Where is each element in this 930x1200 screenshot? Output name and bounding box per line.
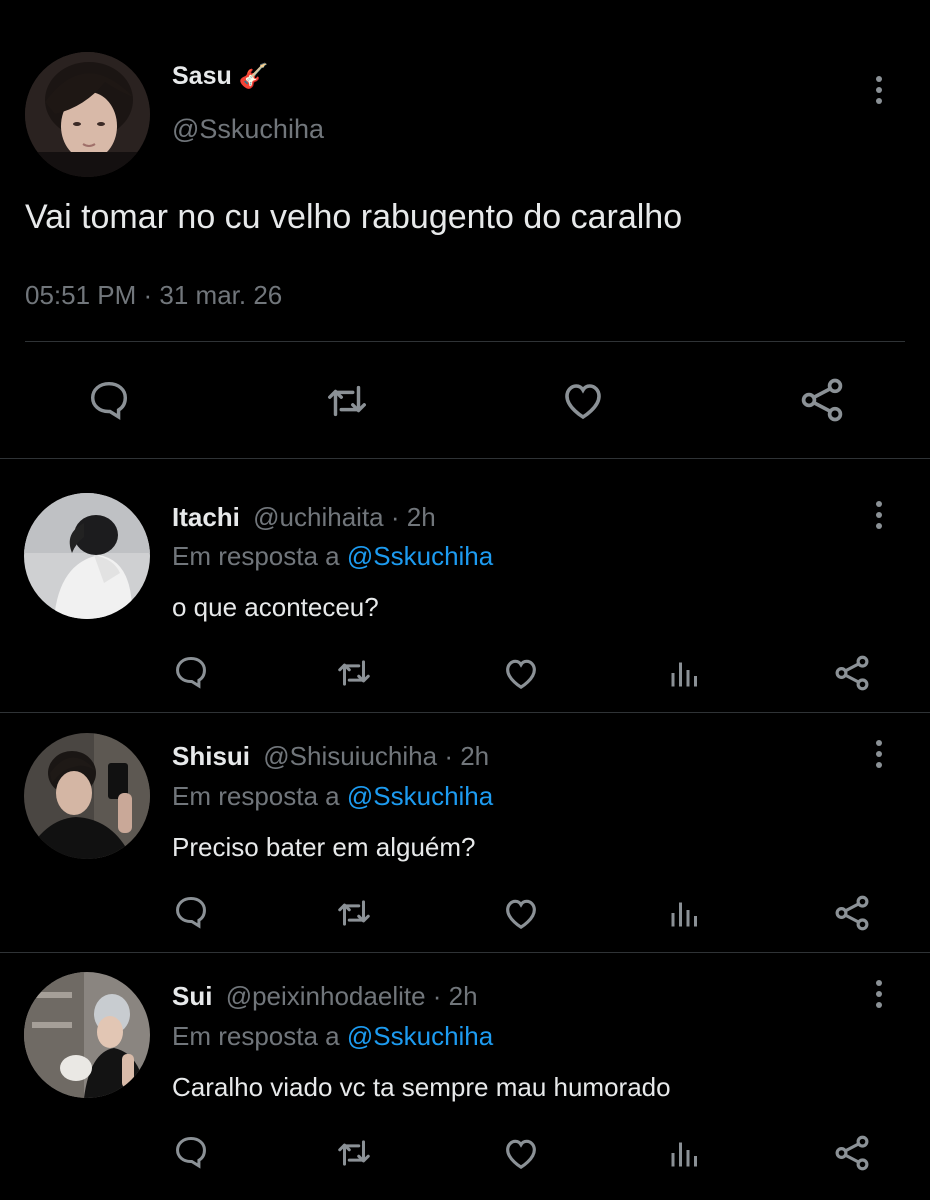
avatar-photo: [25, 52, 150, 177]
retweet-icon[interactable]: [333, 894, 375, 932]
avatar[interactable]: [25, 52, 150, 177]
avatar[interactable]: [24, 493, 150, 619]
reply-to-link[interactable]: @Sskuchiha: [347, 1021, 493, 1051]
reply-text: o que aconteceu?: [172, 592, 379, 622]
like-icon[interactable]: [500, 893, 542, 933]
views-icon[interactable]: [667, 655, 703, 691]
retweet-icon[interactable]: [333, 654, 375, 692]
reply-prefix: Em resposta a: [172, 541, 340, 571]
like-icon[interactable]: [558, 376, 608, 424]
reply-icon[interactable]: [172, 893, 210, 931]
reply-author-handle[interactable]: @Shisuiuchiha: [263, 741, 437, 771]
like-icon[interactable]: [500, 1133, 542, 1173]
more-icon[interactable]: [867, 734, 891, 774]
views-icon[interactable]: [667, 1135, 703, 1171]
tweet-text: Vai tomar no cu velho rabugento do caral…: [25, 198, 683, 236]
reply-icon[interactable]: [172, 653, 210, 691]
retweet-icon[interactable]: [333, 1134, 375, 1172]
reply-author-name[interactable]: Shisui: [172, 741, 250, 771]
author-name[interactable]: Sasu: [172, 62, 232, 90]
views-icon[interactable]: [667, 895, 703, 931]
guitar-emoji: 🎸: [238, 63, 269, 90]
reply-time: · 2h: [444, 741, 490, 771]
share-icon[interactable]: [831, 652, 873, 694]
avatar-photo: [24, 972, 150, 1098]
reply-text: Preciso bater em alguém?: [172, 832, 476, 862]
reply-to-link[interactable]: @Sskuchiha: [347, 541, 493, 571]
avatar[interactable]: [24, 733, 150, 859]
reply-context: Em resposta a @Sskuchiha: [172, 1021, 493, 1052]
share-icon[interactable]: [831, 892, 873, 934]
reply-header: Itachi @uchihaita · 2h: [172, 502, 436, 533]
reply-prefix: Em resposta a: [172, 1021, 340, 1051]
reply-context: Em resposta a @Sskuchiha: [172, 781, 493, 812]
reply-time: · 2h: [390, 502, 436, 532]
reply-text: Caralho viado vc ta sempre mau humorado: [172, 1072, 671, 1102]
author-handle[interactable]: @Sskuchiha: [172, 114, 324, 145]
divider: [25, 341, 905, 342]
divider: [0, 712, 930, 713]
tweet-timestamp: 05:51 PM · 31 mar. 26: [25, 280, 283, 310]
reply-prefix: Em resposta a: [172, 781, 340, 811]
reply-icon[interactable]: [86, 377, 132, 423]
reply-time: · 2h: [432, 981, 478, 1011]
divider: [0, 458, 930, 459]
avatar-photo: [24, 733, 150, 859]
divider: [0, 952, 930, 953]
author-name-row[interactable]: Sasu 🎸: [172, 62, 269, 91]
like-icon[interactable]: [500, 653, 542, 693]
avatar[interactable]: [24, 972, 150, 1098]
more-icon[interactable]: [867, 974, 891, 1014]
share-icon[interactable]: [796, 374, 848, 426]
reply-author-handle[interactable]: @peixinhodaelite: [226, 981, 426, 1011]
avatar-photo: [24, 493, 150, 619]
reply-context: Em resposta a @Sskuchiha: [172, 541, 493, 572]
reply-to-link[interactable]: @Sskuchiha: [347, 781, 493, 811]
reply-header: Sui @peixinhodaelite · 2h: [172, 981, 478, 1012]
reply-header: Shisui @Shisuiuchiha · 2h: [172, 741, 489, 772]
reply-author-handle[interactable]: @uchihaita: [253, 502, 383, 532]
more-icon[interactable]: [867, 495, 891, 535]
more-icon[interactable]: [867, 70, 891, 110]
reply-author-name[interactable]: Itachi: [172, 502, 240, 532]
retweet-icon[interactable]: [322, 378, 372, 424]
reply-author-name[interactable]: Sui: [172, 981, 212, 1011]
share-icon[interactable]: [831, 1132, 873, 1174]
reply-icon[interactable]: [172, 1133, 210, 1171]
